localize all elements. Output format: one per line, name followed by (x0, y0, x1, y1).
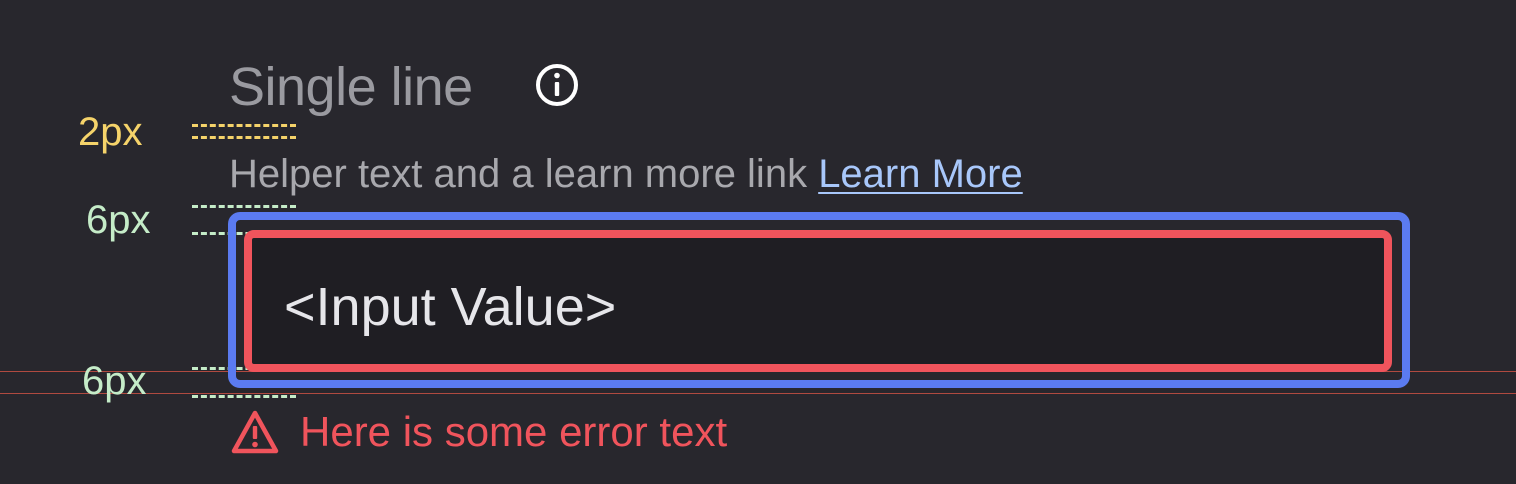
error-message: Here is some error text (230, 404, 727, 460)
learn-more-link[interactable]: Learn More (818, 152, 1023, 196)
info-icon[interactable] (534, 62, 580, 108)
field-label: Single line (229, 57, 473, 117)
warning-icon (231, 410, 279, 454)
helper-text-row: Helper text and a learn more link Learn … (229, 148, 1023, 200)
spacing-label-6px-error: 6px (82, 359, 147, 403)
helper-text: Helper text and a learn more link (229, 152, 819, 196)
spacing-label-2px: 2px (78, 110, 143, 154)
error-text: Here is some error text (300, 408, 728, 455)
text-input[interactable]: <Input Value> (244, 230, 1392, 372)
spacing-dash-2px-top (192, 124, 296, 127)
spacing-dash-6px-helper-top (192, 205, 296, 208)
spacing-label-6px-helper: 6px (86, 198, 151, 242)
input-value: <Input Value> (284, 277, 617, 337)
spacing-dash-6px-error-bottom (192, 395, 296, 398)
spacing-dash-2px-bottom (192, 136, 296, 139)
guide-line-bottom (0, 393, 1516, 394)
text-field-spec-canvas: 2px 6px 6px Single line Helper text and … (0, 0, 1516, 484)
